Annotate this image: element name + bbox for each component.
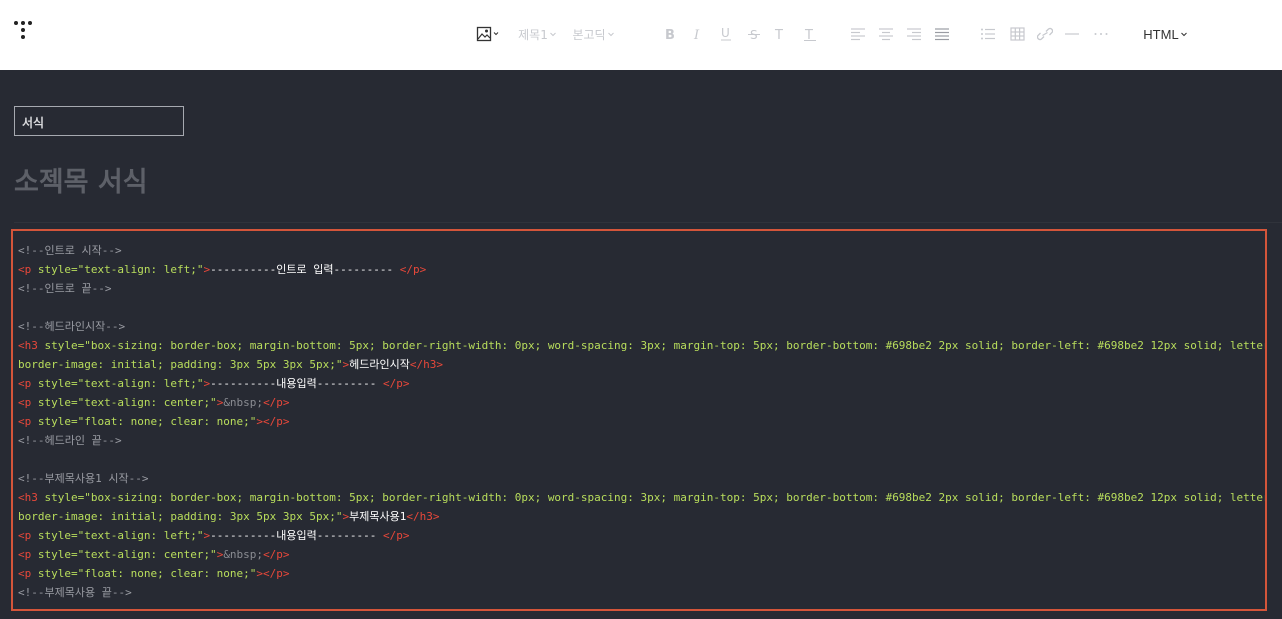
list-icon[interactable] — [979, 23, 997, 45]
heading-select-label: 제목1 — [518, 27, 548, 42]
code-line: <h3 style="box-sizing: border-box; margi… — [18, 488, 1267, 507]
align-left-icon[interactable] — [849, 23, 867, 45]
code-token-attr: style="box-sizing: border-box; margin-bo… — [44, 491, 1267, 504]
code-token-tag: <p — [18, 377, 38, 390]
code-token-text: 헤드라인시작 — [349, 358, 410, 371]
code-token-tag: <h3 — [18, 491, 45, 504]
svg-text:U: U — [721, 26, 730, 40]
code-line: <!--부제목사용1 시작--> — [18, 469, 148, 488]
code-token-text: ----------내용입력--------- — [210, 377, 384, 390]
code-line: <!--부제목사용 끝--> — [18, 583, 132, 602]
code-token-attr: style="text-align: center;" — [37, 396, 217, 409]
text-background-icon[interactable]: T — [801, 23, 819, 45]
code-token-comment: <!--부제목사용1 시작--> — [18, 472, 149, 485]
link-icon[interactable] — [1036, 23, 1054, 45]
underline-icon[interactable]: U — [717, 23, 735, 45]
strikethrough-icon[interactable]: S — [745, 23, 763, 45]
font-select[interactable]: 본고딕 — [570, 23, 616, 45]
italic-icon[interactable]: I — [689, 23, 707, 45]
code-token-tag: ></p> — [256, 415, 290, 428]
code-line: <!--헤드라인 끝--> — [18, 431, 122, 450]
code-token-comment: <!--인트로 끝--> — [18, 282, 112, 295]
code-token-attr: style="text-align: left;" — [37, 263, 204, 276]
code-token-attr: style="float: none; clear: none;" — [37, 415, 257, 428]
svg-text:B: B — [665, 28, 675, 41]
code-token-comment: <!--인트로 시작--> — [18, 244, 122, 257]
align-right-icon[interactable] — [905, 23, 923, 45]
code-token-tag: <h3 — [18, 339, 45, 352]
heading-select[interactable]: 제목1 — [515, 23, 559, 45]
code-token-tag: <p — [18, 415, 38, 428]
svg-text:I: I — [693, 28, 700, 41]
code-token-text: ----------내용입력--------- — [210, 529, 384, 542]
code-token-ent: &nbsp; — [223, 548, 264, 561]
code-token-tag: ></p> — [256, 567, 290, 580]
code-line: <!--인트로 끝--> — [18, 279, 111, 298]
code-token-attr: style="text-align: left;" — [37, 529, 204, 542]
editor-mode-label: HTML — [1143, 26, 1179, 42]
image-icon[interactable] — [475, 23, 501, 45]
code-token-text: ----------인트로 입력--------- — [210, 263, 400, 276]
code-line: <p style="float: none; clear: none;"></p… — [18, 564, 290, 583]
code-token-attr: border-image: initial; padding: 3px 5px … — [18, 358, 343, 371]
code-line: border-image: initial; padding: 3px 5px … — [18, 507, 440, 526]
code-token-attr: border-image: initial; padding: 3px 5px … — [18, 510, 343, 523]
code-token-tag: </p> — [383, 529, 410, 542]
text-color-icon[interactable]: T — [771, 23, 789, 45]
editor-mode-select[interactable]: HTML — [1142, 23, 1188, 45]
code-line: border-image: initial; padding: 3px 5px … — [18, 355, 443, 374]
dots-logo-icon[interactable] — [14, 21, 40, 47]
code-token-tag: </h3> — [409, 358, 443, 371]
code-token-attr: style="float: none; clear: none;" — [37, 567, 257, 580]
code-token-tag: </p> — [263, 548, 290, 561]
code-line: <p style="text-align: center;">&nbsp;</p… — [18, 545, 290, 564]
html-code-editor[interactable]: <!--인트로 시작--> <p style="text-align: left;… — [11, 229, 1267, 611]
code-token-tag: <p — [18, 548, 38, 561]
align-center-icon[interactable] — [877, 23, 895, 45]
code-token-tag: <p — [18, 567, 38, 580]
code-token-attr: style="box-sizing: border-box; margin-bo… — [44, 339, 1267, 352]
code-token-tag: <p — [18, 263, 38, 276]
code-line: <p style="text-align: left;">----------인… — [18, 260, 426, 279]
code-token-text: 부제목사용1 — [349, 510, 407, 523]
code-token-tag: </h3> — [406, 510, 440, 523]
code-token-tag: <p — [18, 396, 38, 409]
table-icon[interactable] — [1008, 23, 1026, 45]
code-token-ent: &nbsp; — [223, 396, 264, 409]
chevron-down-icon — [550, 32, 556, 36]
font-select-label: 본고딕 — [572, 27, 606, 42]
horizontal-rule-icon[interactable] — [1063, 23, 1081, 45]
code-token-tag: </p> — [383, 377, 410, 390]
editor-toolbar: 제목1 본고딕 B I U S T T HTML — [0, 0, 1282, 70]
post-title-input[interactable]: 소젝목 서식 — [14, 160, 148, 199]
svg-text:T: T — [774, 28, 783, 41]
svg-text:T: T — [804, 28, 813, 41]
title-divider — [14, 222, 1282, 223]
code-token-tag: </p> — [399, 263, 427, 276]
code-token-comment: <!--부제목사용 끝--> — [18, 586, 132, 599]
code-token-attr: style="text-align: center;" — [37, 548, 217, 561]
code-line: <h3 style="box-sizing: border-box; margi… — [18, 336, 1267, 355]
code-line: <p style="text-align: left;">----------내… — [18, 374, 410, 393]
bold-icon[interactable]: B — [661, 23, 679, 45]
chevron-down-icon — [1180, 32, 1187, 36]
code-line: <!--헤드라인시작--> — [18, 317, 125, 336]
code-token-comment: <!--헤드라인 끝--> — [18, 434, 122, 447]
code-token-attr: style="text-align: left;" — [37, 377, 204, 390]
category-select[interactable]: 서식 — [14, 106, 184, 136]
chevron-down-icon — [607, 32, 614, 36]
code-line: <p style="text-align: left;">----------내… — [18, 526, 410, 545]
code-line: <p style="text-align: center;">&nbsp;</p… — [18, 393, 290, 412]
code-line: <p style="float: none; clear: none;"></p… — [18, 412, 290, 431]
code-token-tag: </p> — [263, 396, 290, 409]
align-justify-icon[interactable] — [933, 23, 951, 45]
code-token-comment: <!--헤드라인시작--> — [18, 320, 126, 333]
more-icon[interactable] — [1092, 23, 1110, 45]
code-line: <!--인트로 시작--> — [18, 241, 122, 260]
code-token-tag: <p — [18, 529, 38, 542]
